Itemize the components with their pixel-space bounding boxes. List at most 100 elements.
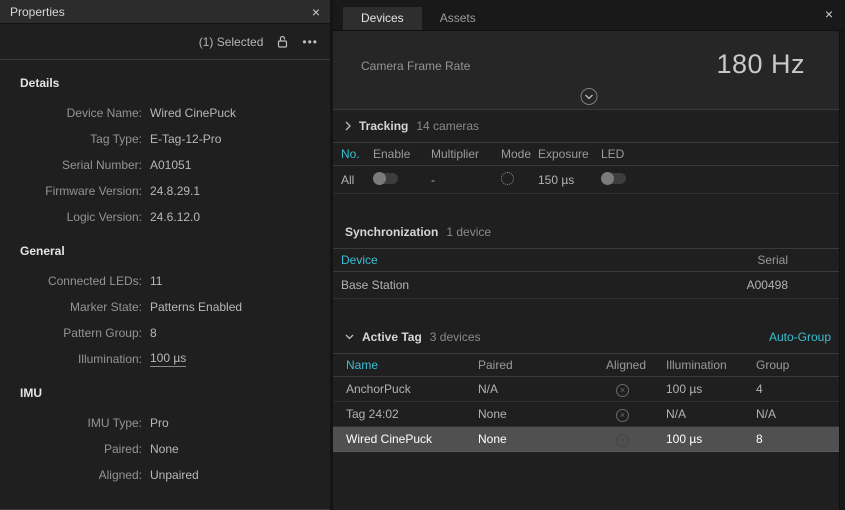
col-header-aligned: Aligned bbox=[606, 358, 666, 372]
property-row: Connected LEDs: 11 bbox=[0, 268, 330, 294]
property-row: Firmware Version: 24.8.29.1 bbox=[0, 178, 330, 204]
section-heading-imu: IMU bbox=[20, 386, 330, 400]
tracking-section-header[interactable]: Tracking 14 cameras bbox=[333, 110, 845, 142]
chevron-down-icon bbox=[345, 334, 354, 340]
property-row: Pattern Group: 8 bbox=[0, 320, 330, 346]
property-label: Tag Type: bbox=[0, 132, 142, 146]
group-cell: 4 bbox=[756, 382, 845, 396]
close-icon[interactable]: × bbox=[312, 5, 320, 19]
property-row: Device Name: Wired CinePuck bbox=[0, 100, 330, 126]
camera-frame-rate-block: Camera Frame Rate 180 Hz bbox=[333, 31, 845, 110]
devices-panel: Devices Assets × Camera Frame Rate 180 H… bbox=[333, 0, 845, 510]
property-value: E-Tag-12-Pro bbox=[150, 132, 221, 146]
close-icon[interactable]: × bbox=[825, 7, 833, 21]
property-value: 24.6.12.0 bbox=[150, 210, 200, 224]
illumination-cell: 100 µs bbox=[666, 432, 756, 446]
property-label: Device Name: bbox=[0, 106, 142, 120]
property-label: Illumination: bbox=[0, 352, 142, 366]
property-label: Serial Number: bbox=[0, 158, 142, 172]
tracking-count: 14 cameras bbox=[416, 119, 479, 133]
col-header-multiplier: Multiplier bbox=[431, 147, 501, 161]
property-row: Logic Version: 24.6.12.0 bbox=[0, 204, 330, 230]
unaligned-icon: × bbox=[616, 434, 629, 447]
col-header-no: No. bbox=[341, 147, 373, 161]
property-label: Pattern Group: bbox=[0, 326, 142, 340]
property-row: Aligned: Unpaired bbox=[0, 462, 330, 488]
property-value: A01051 bbox=[150, 158, 191, 172]
tracking-table-header: No. Enable Multiplier Mode Exposure LED bbox=[333, 142, 845, 166]
property-value: Wired CinePuck bbox=[150, 106, 236, 120]
mode-icon[interactable] bbox=[501, 172, 514, 185]
col-header-enable: Enable bbox=[373, 147, 431, 161]
selected-count-label: (1) Selected bbox=[199, 35, 264, 49]
enable-cell bbox=[373, 173, 431, 187]
property-label: Firmware Version: bbox=[0, 184, 142, 198]
table-row[interactable]: AnchorPuck N/A × 100 µs 4 bbox=[333, 377, 845, 402]
chevron-down-expander-icon[interactable] bbox=[581, 88, 598, 105]
aligned-cell: × bbox=[606, 407, 666, 422]
frame-rate-label: Camera Frame Rate bbox=[361, 59, 470, 73]
property-value: Pro bbox=[150, 416, 169, 430]
illumination-value-field[interactable]: 100 µs bbox=[150, 351, 186, 367]
col-header-illumination: Illumination bbox=[666, 358, 756, 372]
enable-toggle[interactable] bbox=[373, 173, 398, 184]
chevron-right-icon bbox=[345, 121, 351, 131]
property-label: Connected LEDs: bbox=[0, 274, 142, 288]
mode-cell bbox=[501, 172, 538, 188]
property-row: Paired: None bbox=[0, 436, 330, 462]
property-value: 11 bbox=[150, 274, 162, 288]
tab-assets[interactable]: Assets bbox=[422, 7, 494, 30]
paired-cell: None bbox=[478, 432, 606, 446]
col-header-serial: Serial bbox=[757, 253, 788, 267]
serial-cell: A00498 bbox=[747, 278, 788, 292]
group-cell: N/A bbox=[756, 407, 845, 421]
illumination-cell: N/A bbox=[666, 407, 756, 421]
synchronization-table-header: Device Serial bbox=[333, 248, 845, 272]
tracking-row-all[interactable]: All - 150 µs bbox=[333, 166, 845, 194]
property-label: IMU Type: bbox=[0, 416, 142, 430]
unaligned-icon: × bbox=[616, 409, 629, 422]
device-name-cell: Base Station bbox=[341, 278, 409, 292]
table-row[interactable]: Base Station A00498 bbox=[333, 272, 845, 299]
name-cell: AnchorPuck bbox=[346, 382, 478, 396]
property-value: Patterns Enabled bbox=[150, 300, 242, 314]
unaligned-icon: × bbox=[616, 384, 629, 397]
active-tag-table-header: Name Paired Aligned Illumination Group bbox=[333, 353, 845, 377]
synchronization-count: 1 device bbox=[446, 225, 491, 239]
col-header-name: Name bbox=[346, 358, 478, 372]
properties-panel-header: Properties × bbox=[0, 0, 330, 24]
property-row: Serial Number: A01051 bbox=[0, 152, 330, 178]
col-header-group: Group bbox=[756, 358, 845, 372]
col-header-exposure: Exposure bbox=[538, 147, 601, 161]
col-header-paired: Paired bbox=[478, 358, 606, 372]
property-label: Aligned: bbox=[0, 468, 142, 482]
property-label: Logic Version: bbox=[0, 210, 142, 224]
exposure-cell: 150 µs bbox=[538, 173, 601, 187]
auto-group-link[interactable]: Auto-Group bbox=[769, 330, 831, 344]
name-cell: Wired CinePuck bbox=[346, 432, 478, 446]
tab-bar: Devices Assets × bbox=[333, 0, 845, 31]
name-cell: Tag 24:02 bbox=[346, 407, 478, 421]
synchronization-title: Synchronization bbox=[345, 225, 438, 239]
panel-title: Properties bbox=[10, 5, 65, 19]
property-row: IMU Type: Pro bbox=[0, 410, 330, 436]
tracking-title: Tracking bbox=[359, 119, 408, 133]
scrollbar-track[interactable] bbox=[839, 31, 845, 510]
property-label: Paired: bbox=[0, 442, 142, 456]
active-tag-title: Active Tag bbox=[362, 330, 422, 344]
aligned-cell: × bbox=[606, 382, 666, 397]
tab-devices[interactable]: Devices bbox=[343, 7, 422, 30]
led-toggle[interactable] bbox=[601, 173, 626, 184]
more-options-icon[interactable]: ••• bbox=[302, 35, 318, 49]
tracking-row-label: All bbox=[341, 173, 373, 187]
table-row[interactable]: Tag 24:02 None × N/A N/A bbox=[333, 402, 845, 427]
active-tag-section-header[interactable]: Active Tag 3 devices Auto-Group bbox=[333, 321, 845, 353]
property-row: Tag Type: E-Tag-12-Pro bbox=[0, 126, 330, 152]
property-label: Marker State: bbox=[0, 300, 142, 314]
table-row-selected[interactable]: Wired CinePuck None × 100 µs 8 bbox=[333, 427, 845, 452]
illumination-cell: 100 µs bbox=[666, 382, 756, 396]
lock-icon[interactable] bbox=[277, 35, 288, 48]
led-cell bbox=[601, 173, 641, 187]
multiplier-cell: - bbox=[431, 173, 501, 187]
property-value: 24.8.29.1 bbox=[150, 184, 200, 198]
